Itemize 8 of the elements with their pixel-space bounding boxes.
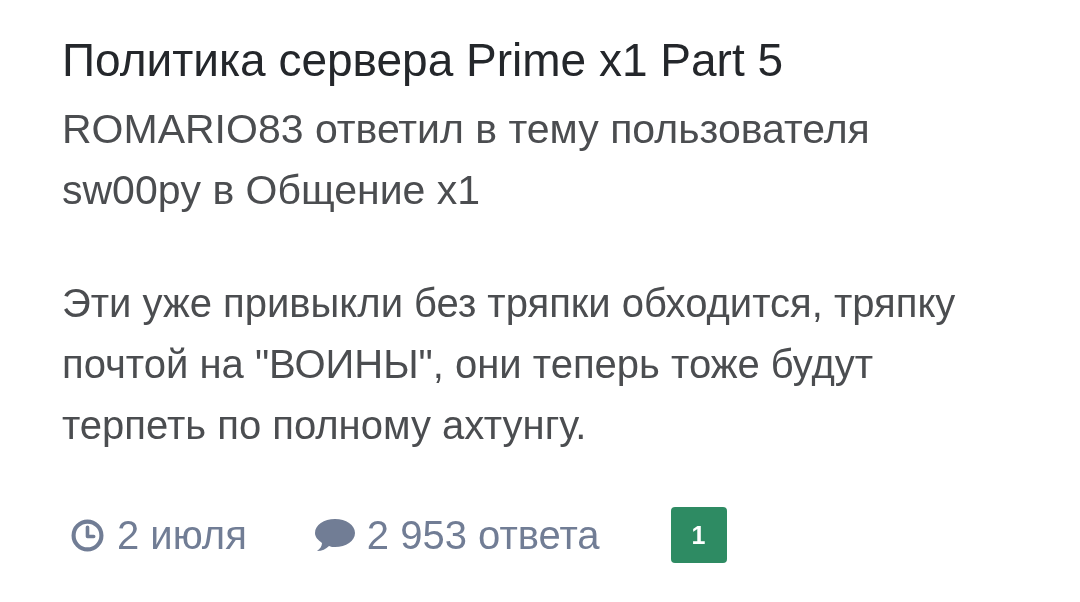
reply-count: 2 953 ответа	[366, 515, 600, 555]
topic-title[interactable]: Политика сервера Prime x1 Part 5	[62, 32, 1050, 89]
post-text: Эти уже привыкли без тряпки обходится, тряпку почтой на "ВОИНЫ", они теперь тоже будут терпеть по полному ахтунгу.	[62, 280, 957, 449]
topic-subtitle: ROMARIO83 ответил в тему пользователя sw00py в Общение x1	[62, 105, 871, 215]
count-badge: 1	[670, 507, 727, 563]
clock-icon	[71, 518, 104, 552]
speech-bubble-icon	[314, 518, 355, 552]
post-date: 2 июля	[117, 515, 247, 555]
